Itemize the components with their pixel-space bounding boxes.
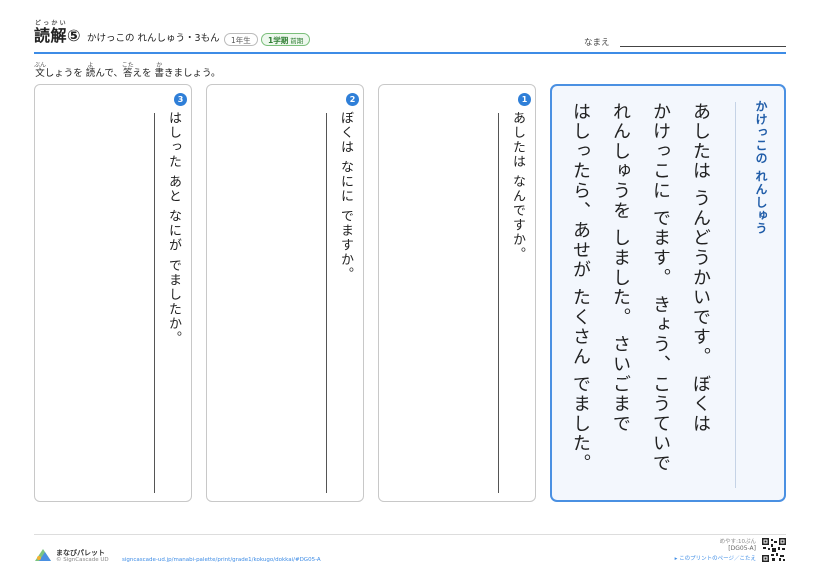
story-text: あしたは うんどうかいです。 ぼくは かけっこに でます。 きょう、こうていで … xyxy=(560,102,720,473)
answer-page-link[interactable]: ▸ このプリントのページ／こたえ xyxy=(675,554,756,562)
story-line: はしったら、あせが たくさん でました。 xyxy=(570,102,591,474)
question-box-2: 2 ぼくは なにに でますか。 xyxy=(206,84,364,502)
estimated-time: めやす:10ぷん xyxy=(719,539,756,545)
story-line: れんしゅうを しました。 さいごまで xyxy=(610,102,631,434)
answer-line[interactable] xyxy=(154,113,155,493)
qr-code-icon[interactable] xyxy=(762,538,786,562)
story-line: かけっこに でます。 きょう、こうていで xyxy=(650,102,671,474)
answer-line[interactable] xyxy=(326,113,327,493)
question-box-3: 3 はしった あと なにが でましたか。 xyxy=(34,84,192,502)
story-box: かけっこの れんしゅう あしたは うんどうかいです。 ぼくは かけっこに でます… xyxy=(550,84,786,502)
instruction: 文ぶんしょうを 読よんで、答こたえを 書かきましょう。 xyxy=(34,62,221,79)
question-number-badge: 2 xyxy=(346,93,359,106)
header-rule xyxy=(34,52,786,54)
story-divider xyxy=(735,102,736,488)
question-number-badge: 3 xyxy=(174,93,187,106)
subtitle: かけっこの れんしゅう・3もん xyxy=(87,33,220,44)
page-title: 読解どっかい⑤ xyxy=(34,20,82,45)
term-badge: 1学期 前期 xyxy=(261,33,311,46)
grade-badge: 1年生 xyxy=(224,33,258,46)
question-text: ぼくは なにに でますか。 xyxy=(338,111,353,282)
palette-logo-icon xyxy=(35,549,51,561)
question-text: あしたは なんですか。 xyxy=(510,111,525,262)
story-line: あしたは うんどうかいです。 ぼくは xyxy=(690,102,711,434)
story-title: かけっこの れんしゅう xyxy=(754,100,768,236)
question-text: はしった あと なにが でましたか。 xyxy=(166,111,181,346)
print-code: [DG05-A] xyxy=(728,545,756,552)
answer-line[interactable] xyxy=(498,113,499,493)
question-number-badge: 1 xyxy=(518,93,531,106)
name-write-line xyxy=(620,46,786,47)
name-label: なまえ xyxy=(584,38,610,48)
footer-url-link[interactable]: signcascade-ud.jp/manabi-palette/print/g… xyxy=(122,557,321,563)
footer-rule xyxy=(34,534,786,535)
question-box-1: 1 あしたは なんですか。 xyxy=(378,84,536,502)
footer-copyright: © SignCascade UD xyxy=(56,557,109,563)
